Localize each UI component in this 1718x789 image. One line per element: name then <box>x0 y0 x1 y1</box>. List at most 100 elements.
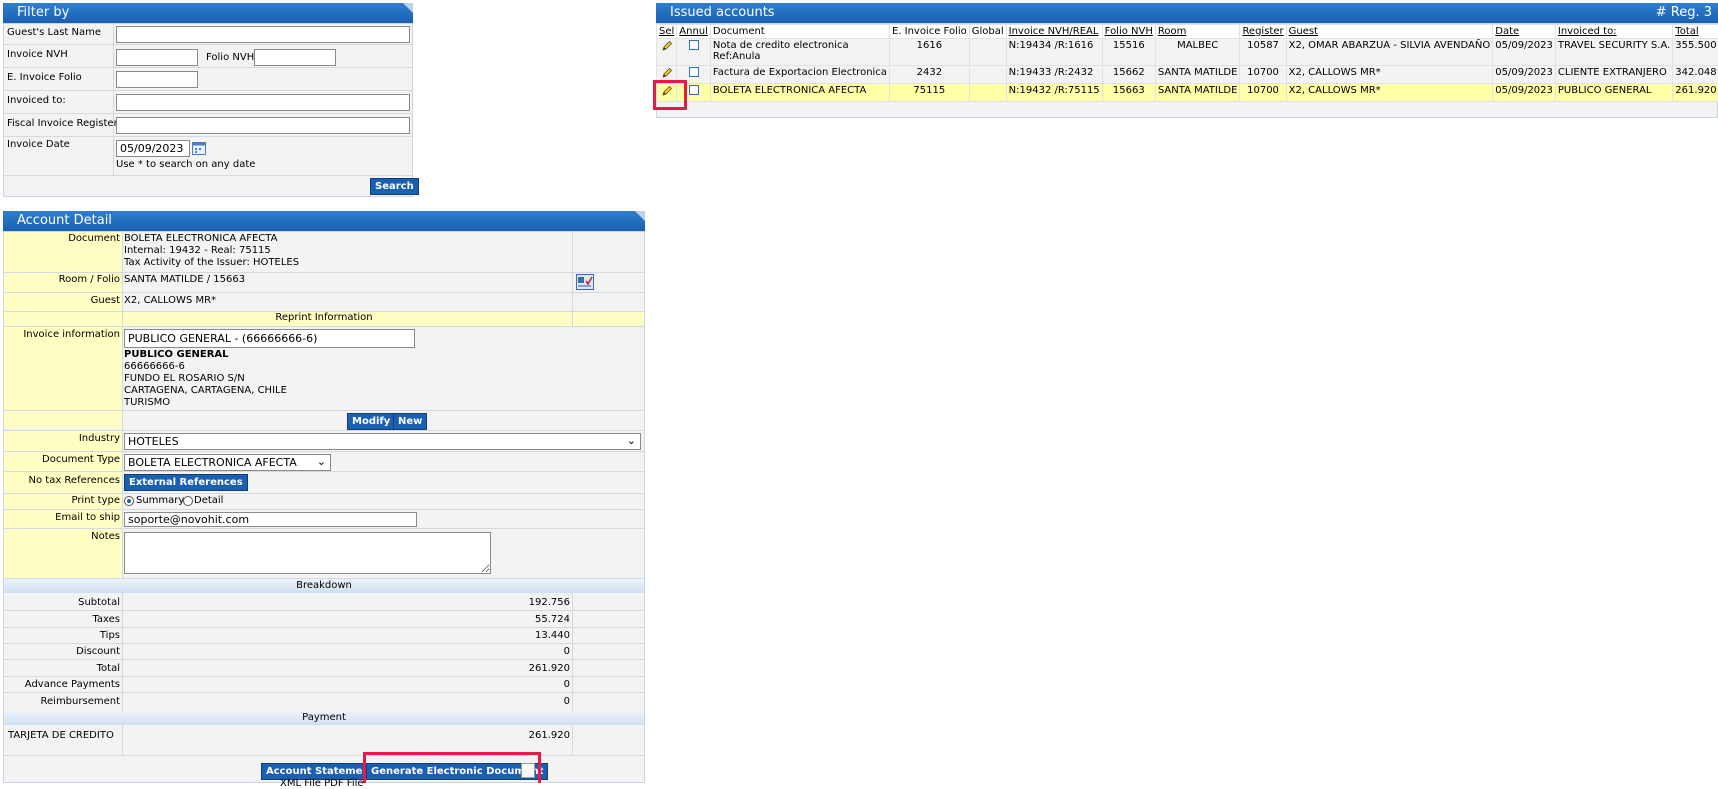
invoice-date-input[interactable] <box>116 140 190 157</box>
taxes-label: Taxes <box>4 614 120 625</box>
invoice-city: CARTAGENA, CARTAGENA, CHILE <box>124 385 287 396</box>
tips-label: Tips <box>4 630 120 641</box>
print-detail-radio[interactable] <box>183 496 193 506</box>
col-register[interactable]: Register <box>1240 25 1286 39</box>
reprint-header: Reprint Information <box>4 312 644 323</box>
annul-cell[interactable] <box>677 39 711 66</box>
register-cell: 10700 <box>1240 66 1286 84</box>
guest-card-icon[interactable] <box>576 274 594 290</box>
document-label: Document <box>4 233 120 244</box>
invoice-nvh-label: Invoice NVH <box>7 49 68 60</box>
calendar-icon[interactable] <box>192 141 206 155</box>
global-cell <box>969 66 1006 84</box>
invoice-cell: N:19434 /R:1616 <box>1006 39 1102 66</box>
notes-textarea[interactable] <box>124 532 491 574</box>
col-total[interactable]: Total <box>1673 25 1718 39</box>
invoiced-to-cell: TRAVEL SECURITY S.A. <box>1555 39 1672 66</box>
payment-title: Payment <box>302 712 346 723</box>
new-button[interactable]: New <box>393 413 427 430</box>
register-cell: 10587 <box>1240 39 1286 66</box>
filter-header: Filter by <box>3 3 413 23</box>
invoice-address: FUNDO EL ROSARIO S/N <box>124 373 245 384</box>
date-cell: 05/09/2023 <box>1493 66 1556 84</box>
taxes-value: 55.724 <box>124 614 570 625</box>
table-row-selected[interactable]: BOLETA ELECTRONICA AFECTA 75115 N:19432 … <box>657 84 1718 102</box>
subtotal-value: 192.756 <box>124 597 570 608</box>
folio-nvh-cell: 15662 <box>1102 66 1155 84</box>
filter-title: Filter by <box>17 5 69 20</box>
breakdown-header: Breakdown <box>4 579 644 593</box>
advance-label: Advance Payments <box>4 679 120 690</box>
search-button[interactable]: Search <box>370 178 419 195</box>
room-cell: SANTA MATILDE <box>1155 66 1240 84</box>
payment-header: Payment <box>4 711 644 725</box>
pencil-edit-icon[interactable] <box>661 40 673 52</box>
folio-nvh-input[interactable] <box>254 49 336 66</box>
external-references-button[interactable]: External References <box>124 474 248 491</box>
print-type-label: Print type <box>4 495 120 506</box>
folio-nvh-label: Folio NVH <box>206 52 254 63</box>
print-summary-label: Summary <box>136 495 184 506</box>
invoice-info-label: Invoice information <box>4 329 120 340</box>
col-folio-nvh[interactable]: Folio NVH <box>1102 25 1155 39</box>
doc-type-select[interactable]: BOLETA ELECTRONICA AFECTA ⌄ <box>124 454 331 471</box>
pencil-edit-icon[interactable] <box>661 67 673 79</box>
invoice-rut: 66666666-6 <box>124 361 185 372</box>
reg-count: # Reg. 3 <box>1656 5 1712 20</box>
col-date[interactable]: Date <box>1493 25 1556 39</box>
doc-type-value: BOLETA ELECTRONICA AFECTA <box>128 456 297 469</box>
col-document[interactable]: Document <box>710 25 889 39</box>
invoiced-to-cell: PUBLICO GENERAL <box>1555 84 1672 102</box>
date-cell: 05/09/2023 <box>1493 84 1556 102</box>
sel-cell[interactable] <box>657 39 677 66</box>
invoice-cell: N:19432 /R:75115 <box>1006 84 1102 102</box>
invoice-activity: TURISMO <box>124 397 170 408</box>
print-summary-radio[interactable] <box>124 496 134 506</box>
col-invoice-nvh-real[interactable]: Invoice NVH/REAL <box>1006 25 1102 39</box>
table-row[interactable]: Nota de credito electronicaRef:Anula 161… <box>657 39 1718 66</box>
invoice-info-select[interactable] <box>124 329 415 348</box>
document-line1: BOLETA ELECTRONICA AFECTA <box>124 233 277 244</box>
chevron-down-icon: ⌄ <box>627 434 636 447</box>
subtotal-label: Subtotal <box>4 597 120 608</box>
files-text[interactable]: XML File PDF File <box>280 778 364 789</box>
col-room[interactable]: Room <box>1155 25 1240 39</box>
col-global[interactable]: Global <box>969 25 1006 39</box>
invoiced-to-input[interactable] <box>116 94 410 111</box>
document-cell: Factura de Exportacion Electronica <box>710 66 889 84</box>
col-sel[interactable]: Sel <box>657 25 677 39</box>
notes-label: Notes <box>4 531 120 542</box>
issued-table: Sel Annul Document E. Invoice Folio Glob… <box>656 24 1718 102</box>
filter-panel: Guest's Last Name Invoice NVH Folio NVH … <box>3 23 413 197</box>
fiscal-register-input[interactable] <box>116 117 410 134</box>
industry-select[interactable]: HOTELES ⌄ <box>124 433 641 450</box>
table-row[interactable]: Factura de Exportacion Electronica 2432 … <box>657 66 1718 84</box>
annul-checkbox[interactable] <box>689 67 699 77</box>
folio-cell: 1616 <box>889 39 969 66</box>
industry-label: Industry <box>4 433 120 444</box>
discount-label: Discount <box>4 646 120 657</box>
modify-button[interactable]: Modify <box>347 413 395 430</box>
col-guest[interactable]: Guest <box>1286 25 1493 39</box>
advance-value: 0 <box>124 679 570 690</box>
col-e-invoice-folio[interactable]: E. Invoice Folio <box>889 25 969 39</box>
email-label: Email to ship <box>4 512 120 523</box>
annul-checkbox[interactable] <box>689 40 699 50</box>
fiscal-register-label: Fiscal Invoice Register <box>7 118 118 129</box>
col-invoiced-to[interactable]: Invoiced to: <box>1555 25 1672 39</box>
guest-cell: X2, CALLOWS MR* <box>1286 66 1493 84</box>
total-label: Total <box>4 663 120 674</box>
annul-checkbox[interactable] <box>689 85 699 95</box>
col-annul[interactable]: Annul <box>677 25 711 39</box>
detail-title: Account Detail <box>17 213 112 228</box>
e-invoice-folio-input[interactable] <box>116 71 198 88</box>
email-input[interactable] <box>124 512 417 527</box>
invoice-nvh-input[interactable] <box>116 49 198 66</box>
total-cell: 261.920 <box>1673 84 1718 102</box>
guest-value: X2, CALLOWS MR* <box>124 295 216 306</box>
generate-highlight-box <box>363 752 541 783</box>
guest-last-name-input[interactable] <box>116 26 410 43</box>
payment-amount: 261.920 <box>124 730 570 741</box>
folio-cell: 75115 <box>889 84 969 102</box>
invoice-cell: N:19433 /R:2432 <box>1006 66 1102 84</box>
